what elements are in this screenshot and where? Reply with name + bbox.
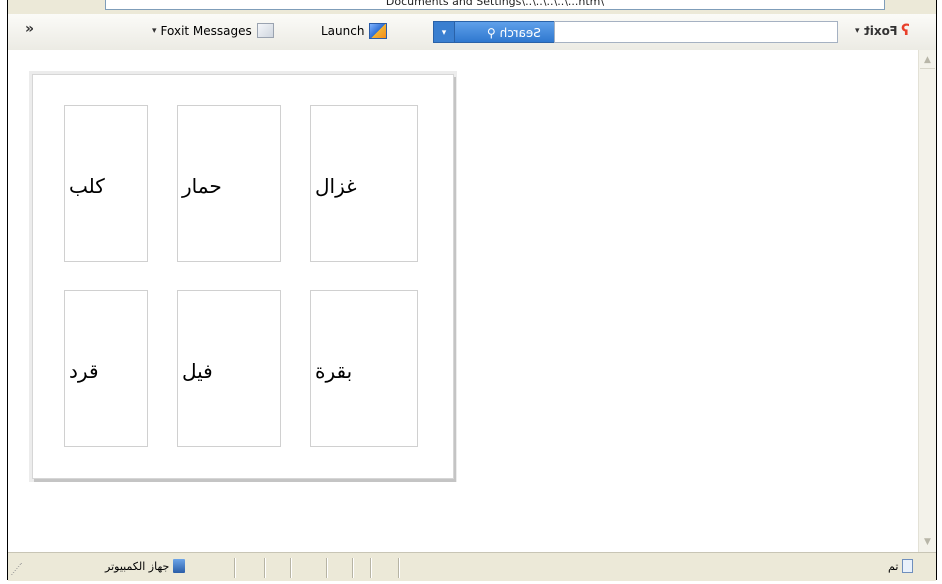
status-divider [234,558,235,578]
toolbar-overflow-button[interactable]: » [25,21,34,37]
status-bar: جهاز الكمبيوتر تم [8,552,936,581]
status-divider [398,558,399,578]
search-input[interactable] [554,21,838,43]
page-icon [902,559,914,573]
status-divider [326,558,327,578]
card-word: بقرة [315,359,353,383]
word-card[interactable]: فيل [177,290,281,447]
word-card[interactable]: بقرة [310,290,418,447]
scroll-down-button[interactable]: ▼ [920,534,935,550]
foxit-logo-icon: ʕ [901,21,910,39]
vertical-scrollbar[interactable]: ▲ ▼ [918,50,936,552]
chevron-down-icon: ▾ [152,25,157,36]
search-control: ▾ Search ⚲ [433,21,574,43]
done-label: تم [888,559,899,573]
chevron-down-icon: ▾ [855,25,860,36]
launch-icon [369,23,388,39]
launch-label: Launch [321,24,365,38]
address-input[interactable]: \Documents and Settings\..\..\..\..\...h… [105,0,885,10]
search-label: Search [499,26,541,40]
word-card[interactable]: كلب [64,105,148,262]
address-bar: \Documents and Settings\..\..\..\..\...h… [8,0,936,14]
foxit-messages-button[interactable]: ▾ Foxit Messages [152,23,274,38]
scroll-up-button[interactable]: ▲ [920,52,935,68]
launch-button[interactable]: Launch [321,23,388,39]
status-text: تم [888,559,914,573]
status-divider [290,558,291,578]
resize-grip[interactable] [10,563,35,575]
card-word: حمار [182,174,222,198]
status-divider [352,558,353,578]
foxit-brand-label: Foxit [863,23,898,38]
foxit-menu-button[interactable]: ▾ Foxit ʕ [855,23,918,38]
word-card[interactable]: حمار [177,105,281,262]
word-card[interactable]: غزال [310,105,418,262]
scroll-thumb[interactable] [920,68,935,77]
foxit-messages-label: Foxit Messages [160,23,252,38]
messages-icon [256,23,274,38]
status-divider [264,558,265,578]
card-word: كلب [69,174,105,198]
page-content: كلب حمار غزال قرد فيل بقرة [8,50,918,552]
word-card[interactable]: قرد [64,290,148,447]
card-word: غزال [315,174,357,198]
magnifier-icon: ⚲ [487,26,496,40]
search-options-dropdown[interactable]: ▾ [433,21,455,43]
security-zone: جهاز الكمبيوتر [105,559,186,573]
flashcard-panel: كلب حمار غزال قرد فيل بقرة [32,74,454,479]
zone-label: جهاز الكمبيوتر [105,559,170,573]
card-word: قرد [69,359,99,383]
computer-icon [173,559,186,573]
foxit-toolbar: » ▾ Foxit Messages Launch ▾ Search ⚲ ▾ F… [8,14,936,51]
card-word: فيل [182,359,213,383]
status-divider [370,558,371,578]
